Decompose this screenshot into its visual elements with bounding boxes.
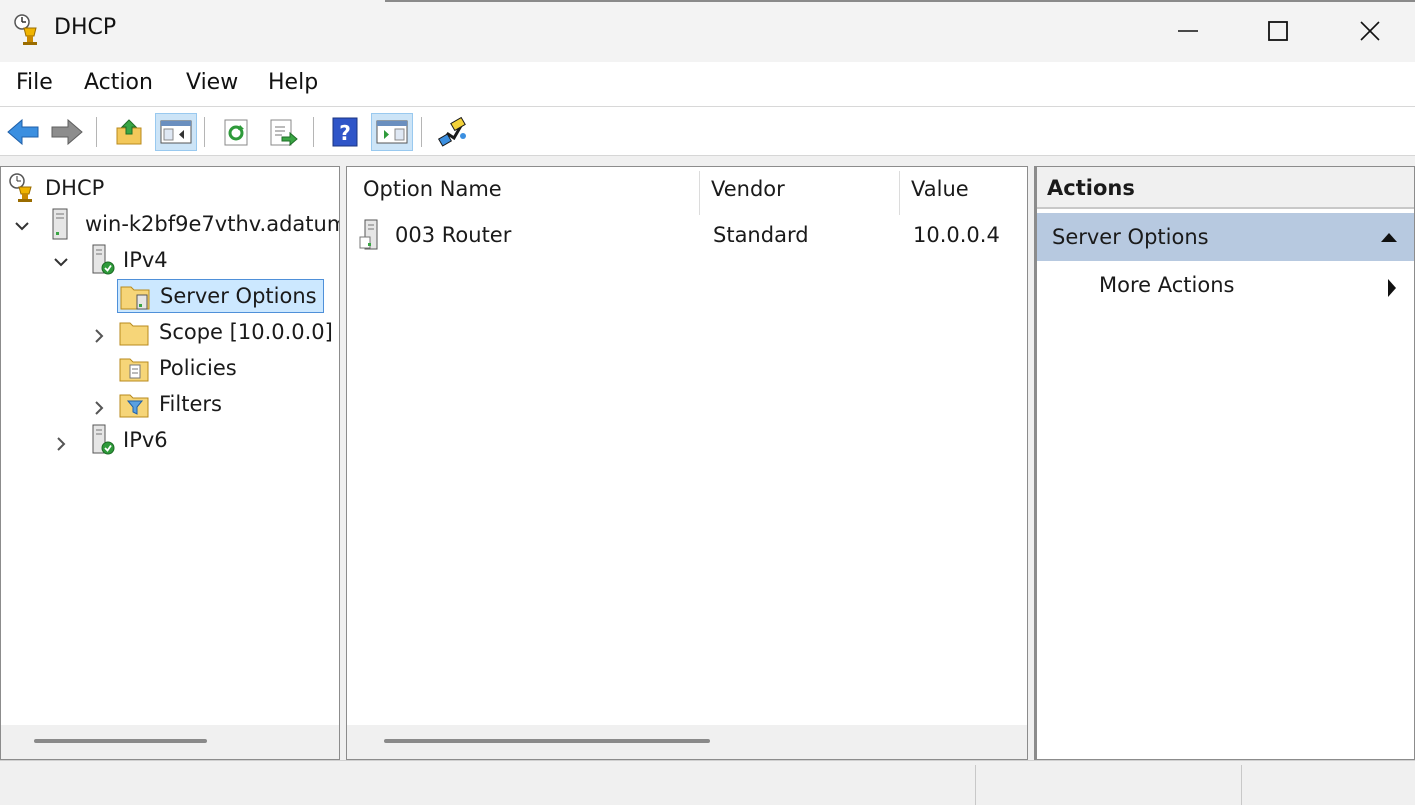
- tree-item-ipv4[interactable]: IPv4: [89, 243, 168, 277]
- column-separator[interactable]: [699, 171, 700, 215]
- collapse-up-triangle-icon[interactable]: [1380, 230, 1398, 244]
- tree-label-ipv4: IPv4: [123, 248, 168, 272]
- close-button[interactable]: [1324, 0, 1415, 62]
- tree-item-filters[interactable]: Filters: [119, 387, 222, 421]
- help-icon: ?: [332, 117, 358, 147]
- menu-file[interactable]: File: [16, 70, 53, 95]
- tree-label-policies: Policies: [159, 356, 237, 380]
- cell-value: 10.0.0.4: [913, 223, 1000, 247]
- tree-label-ipv6: IPv6: [123, 428, 168, 452]
- expand-chevron-icon[interactable]: [91, 328, 107, 344]
- status-bar-separator: [1241, 765, 1242, 805]
- column-separator[interactable]: [899, 171, 900, 215]
- toolbar-separator: [96, 117, 97, 147]
- submenu-arrow-icon[interactable]: [1386, 278, 1398, 298]
- server-options-icon: [120, 286, 150, 310]
- title-bar: DHCP: [0, 0, 1415, 62]
- scope-folder-icon: [119, 322, 149, 346]
- option-server-icon: [359, 219, 378, 250]
- tree-label-server-options: Server Options: [160, 284, 317, 308]
- tree-label-filters: Filters: [159, 392, 222, 416]
- svg-text:?: ?: [339, 121, 351, 145]
- details-pane: Option Name Vendor Value 003 Router Stan…: [346, 166, 1028, 760]
- menu-action[interactable]: Action: [84, 70, 153, 95]
- close-icon: [1360, 21, 1380, 41]
- tree-label-scope: Scope [10.0.0.0] Test: [159, 320, 339, 344]
- scrollbar-thumb[interactable]: [34, 739, 207, 743]
- console-tree-pane: DHCP win-k2bf9e7vthv.adatum IPv4 Server …: [0, 166, 340, 760]
- up-folder-icon: [116, 119, 142, 145]
- server-icon: [52, 208, 68, 240]
- forward-icon: [51, 118, 83, 146]
- tree-item-dhcp[interactable]: DHCP: [7, 171, 104, 205]
- show-hide-action-pane-icon: [376, 120, 408, 144]
- menu-bar: File Action View Help: [0, 62, 1415, 107]
- column-header-vendor[interactable]: Vendor: [711, 177, 785, 201]
- export-list-button[interactable]: [262, 113, 304, 151]
- status-bar: [0, 760, 1415, 805]
- toolbar-separator: [204, 117, 205, 147]
- up-one-level-button[interactable]: [108, 113, 150, 151]
- toolbar-separator: [313, 117, 314, 147]
- maximize-icon: [1268, 21, 1288, 41]
- ipv6-server-icon: [92, 424, 115, 455]
- actions-header: Actions: [1037, 167, 1414, 209]
- connect-button[interactable]: [432, 113, 474, 151]
- minimize-button[interactable]: [1142, 0, 1234, 62]
- tree-item-scope[interactable]: Scope [10.0.0.0] Test: [119, 315, 339, 349]
- column-header-value[interactable]: Value: [911, 177, 969, 201]
- refresh-icon: [224, 119, 248, 146]
- tree-label-dhcp: DHCP: [45, 176, 105, 200]
- help-button[interactable]: ?: [324, 113, 366, 151]
- cell-vendor: Standard: [713, 223, 809, 247]
- show-hide-tree-icon: [160, 120, 192, 144]
- back-icon: [7, 118, 39, 146]
- actions-pane: Actions Server Options More Actions: [1034, 166, 1415, 760]
- dhcp-app-icon: [12, 14, 42, 46]
- more-actions-item[interactable]: More Actions: [1099, 273, 1234, 297]
- details-horizontal-scrollbar[interactable]: [347, 725, 1027, 759]
- ipv4-server-icon: [92, 244, 115, 275]
- status-bar-separator: [975, 765, 976, 805]
- expand-chevron-icon[interactable]: [91, 400, 107, 416]
- menu-view[interactable]: View: [186, 70, 238, 95]
- tree-item-policies[interactable]: Policies: [119, 351, 237, 385]
- tree-item-server[interactable]: win-k2bf9e7vthv.adatum: [49, 207, 340, 241]
- toolbar: ?: [0, 107, 1415, 156]
- export-list-icon: [270, 119, 298, 146]
- scrollbar-thumb[interactable]: [384, 739, 710, 743]
- dhcp-icon: [9, 173, 32, 202]
- collapse-chevron-icon[interactable]: [14, 218, 30, 234]
- back-button[interactable]: [2, 113, 44, 151]
- minimize-icon: [1178, 30, 1198, 32]
- tree-item-ipv6[interactable]: IPv6: [89, 423, 168, 457]
- window-title: DHCP: [54, 15, 117, 40]
- tree-item-server-options[interactable]: Server Options: [117, 279, 324, 313]
- show-hide-action-pane-button[interactable]: [371, 113, 413, 151]
- refresh-button[interactable]: [216, 113, 258, 151]
- toolbar-separator: [421, 117, 422, 147]
- filters-folder-icon: [119, 394, 149, 418]
- collapse-chevron-icon[interactable]: [53, 254, 69, 270]
- policies-folder-icon: [119, 358, 149, 382]
- expand-chevron-icon[interactable]: [53, 436, 69, 452]
- cell-option-name: 003 Router: [395, 223, 512, 247]
- show-hide-console-tree-button[interactable]: [155, 113, 197, 151]
- tree-horizontal-scrollbar[interactable]: [1, 725, 339, 759]
- actions-section-server-options[interactable]: Server Options: [1037, 213, 1414, 261]
- tree-label-server: win-k2bf9e7vthv.adatum: [85, 212, 340, 236]
- column-header-option-name[interactable]: Option Name: [363, 177, 502, 201]
- menu-help[interactable]: Help: [268, 70, 318, 95]
- maximize-button[interactable]: [1232, 0, 1324, 62]
- actions-section-label: Server Options: [1052, 225, 1209, 249]
- connect-icon: [437, 116, 466, 147]
- forward-button[interactable]: [46, 113, 88, 151]
